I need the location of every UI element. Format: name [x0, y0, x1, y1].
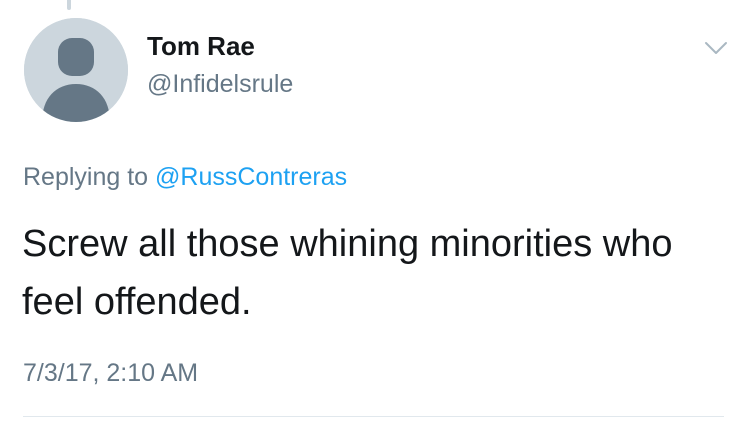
- tweet-text: Screw all those whining minorities who f…: [22, 223, 673, 323]
- replying-to-label: Replying to: [23, 163, 149, 191]
- tweet-menu-button[interactable]: [704, 40, 728, 56]
- chevron-down-icon: [705, 42, 727, 54]
- divider: [23, 416, 724, 417]
- tweet-timestamp[interactable]: 7/3/17, 2:10 AM: [23, 361, 198, 386]
- default-profile-avatar-icon: [24, 18, 128, 122]
- user-display-name[interactable]: Tom Rae: [147, 33, 255, 59]
- replying-to-handle-link[interactable]: @RussContreras: [155, 163, 347, 191]
- user-handle[interactable]: @Infidelsrule: [147, 72, 293, 97]
- thread-connector-line: [67, 0, 71, 10]
- avatar[interactable]: [24, 18, 128, 122]
- replying-to-line: Replying to @RussContreras: [23, 165, 347, 190]
